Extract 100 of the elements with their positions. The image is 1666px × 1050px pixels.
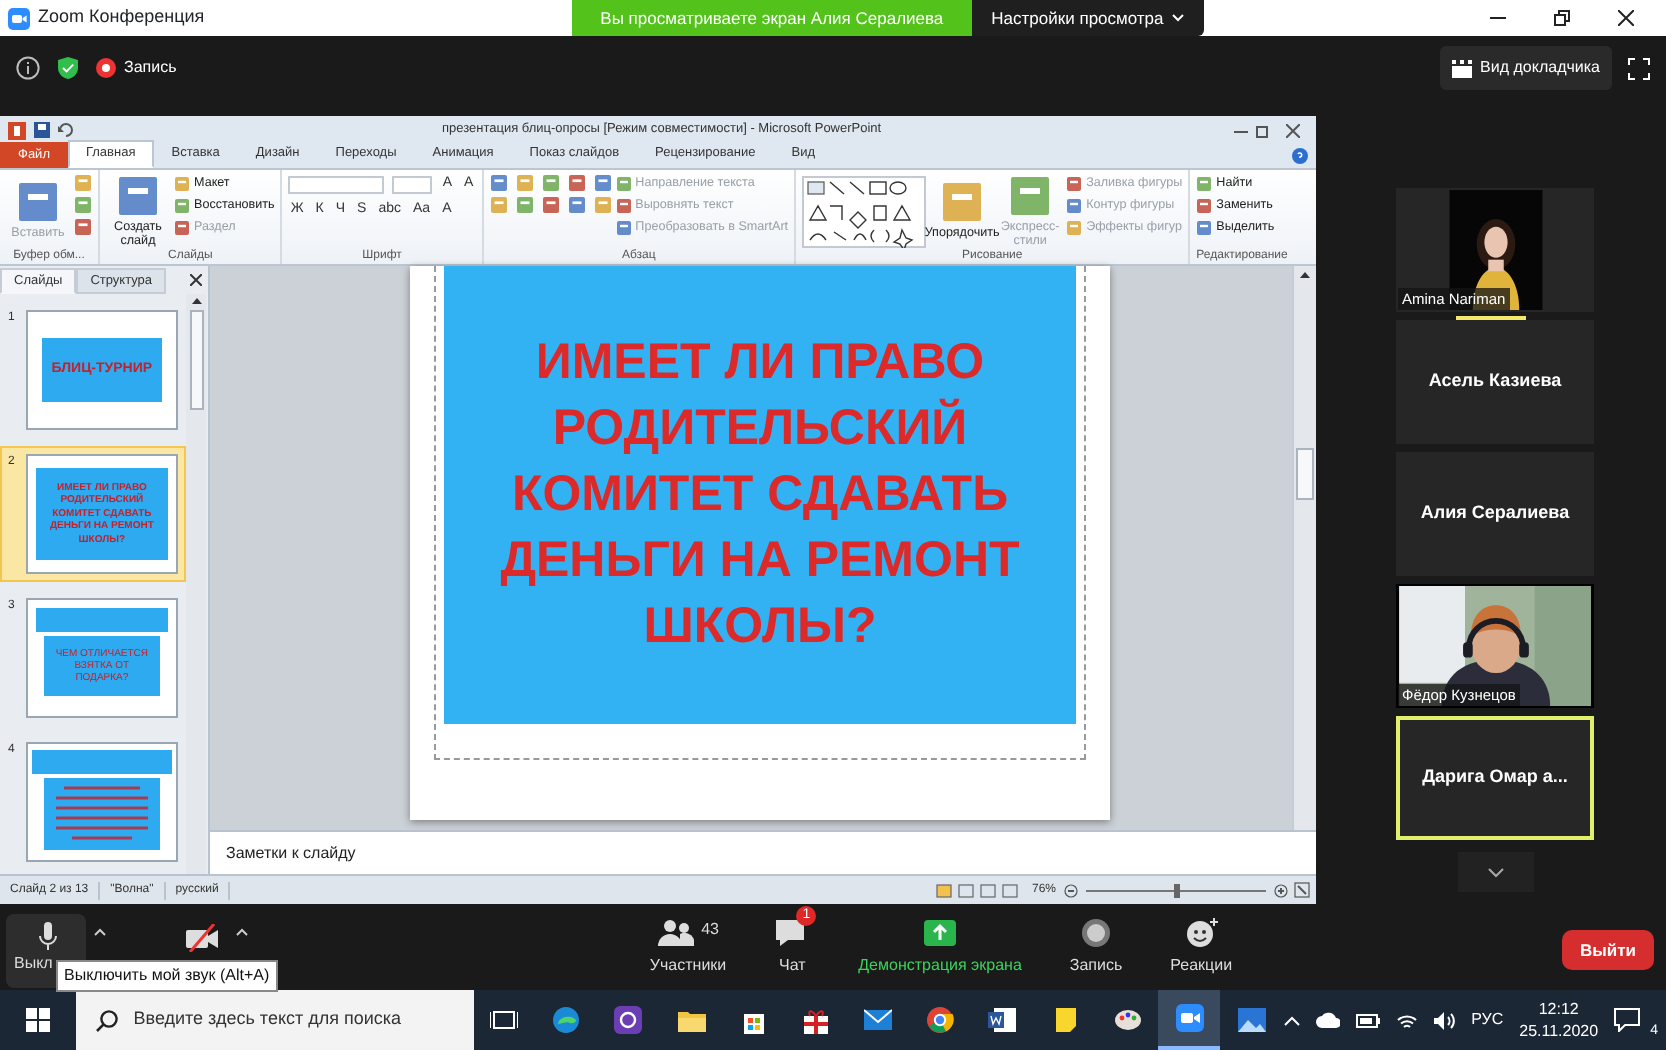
shield-icon[interactable] <box>56 56 80 80</box>
battery-icon[interactable] <box>1355 1012 1380 1028</box>
slide-drawing <box>31 750 172 854</box>
search-field[interactable]: Введите здесь текст для поиска <box>75 990 474 1050</box>
ribbon-icon <box>1066 175 1083 191</box>
ribbon-icon <box>1196 175 1213 191</box>
window-title: Zoom Конференция <box>38 4 205 31</box>
record-icon <box>96 58 116 78</box>
undo-icon[interactable] <box>58 122 74 138</box>
search-icon <box>95 1009 118 1031</box>
toolbar-button[interactable]: 43 Участники <box>649 917 727 983</box>
close-icon[interactable] <box>1286 123 1300 137</box>
zoom-logo-icon <box>8 7 30 29</box>
scroll-up-icon[interactable] <box>191 298 201 304</box>
share-screen-icon <box>922 917 959 947</box>
browser-icon <box>552 1006 581 1034</box>
ribbon-icon <box>1196 219 1213 235</box>
ribbon-icon <box>1196 197 1213 213</box>
grid-icon <box>1452 59 1473 77</box>
cloud-icon[interactable] <box>1315 1012 1340 1028</box>
video-camera-icon <box>1175 1004 1204 1032</box>
note-icon <box>1051 1006 1080 1034</box>
font-size-field[interactable] <box>392 175 433 194</box>
ribbon-icon <box>615 219 632 235</box>
ribbon-icon <box>1066 219 1083 235</box>
info-icon[interactable] <box>16 56 40 80</box>
ribbon-icon <box>615 175 632 191</box>
ribbon-icon <box>174 219 190 235</box>
ribbon-icon[interactable] <box>541 196 560 214</box>
share-banner: Вы просматриваете экран Алия Сералиева <box>572 0 972 36</box>
ribbon-icon[interactable] <box>74 218 92 236</box>
recording-label: Запись <box>124 56 177 80</box>
speaker-view-button[interactable]: Вид докладчика <box>1440 46 1612 90</box>
app-icon <box>614 1006 643 1034</box>
participant-name: Асель Казиева <box>1428 368 1562 395</box>
toolbar-button[interactable]: Реакции <box>1170 917 1233 983</box>
toolbar-button[interactable]: Демонстрация экрана <box>858 917 1022 983</box>
chat-bubble-icon <box>1614 1008 1641 1032</box>
close-icon[interactable] <box>190 274 202 286</box>
participant-name: Дарига Омар а... <box>1422 764 1568 791</box>
ribbon-icon <box>615 197 632 213</box>
gift-icon <box>801 1006 830 1034</box>
ribbon-icon <box>174 175 190 191</box>
participant-name: Алия Сералиева <box>1420 500 1570 527</box>
palette-icon <box>1113 1006 1142 1034</box>
smiley-icon <box>1183 917 1220 947</box>
fit-icon[interactable] <box>1294 882 1310 898</box>
scrollbar-thumb[interactable] <box>1296 448 1314 500</box>
slide-title: ИМЕЕТ ЛИ ПРАВО РОДИТЕЛЬСКИЙ КОМИТЕТ СДАВАТЬ ДЕНЬГИ НА РЕМОНТ ШКОЛЫ? <box>500 332 1020 658</box>
folder-icon <box>677 1006 706 1034</box>
restore-icon[interactable] <box>1256 123 1270 137</box>
camera-icon[interactable] <box>186 924 220 952</box>
ribbon-icon <box>174 197 190 213</box>
shapes-gallery-drawing[interactable] <box>802 175 927 247</box>
browser-icon <box>926 1006 955 1034</box>
powerpoint-icon <box>8 121 26 139</box>
speaker-icon[interactable] <box>1433 1011 1456 1029</box>
close-icon[interactable] <box>1618 10 1634 26</box>
view-options-button[interactable]: Настройки просмотра <box>971 0 1204 36</box>
caret-up-icon[interactable] <box>236 928 248 936</box>
ribbon-icon <box>18 182 58 222</box>
chevron-down-icon <box>1487 867 1503 877</box>
tooltip: Выключить мой звук (Alt+A) <box>56 960 278 992</box>
clock-date: 25.11.2020 <box>1519 1020 1599 1042</box>
slider-thumb[interactable] <box>1173 883 1179 897</box>
ribbon-icon <box>118 175 158 215</box>
document-icon <box>988 1006 1017 1034</box>
ribbon-icon[interactable] <box>593 174 612 192</box>
zoom-in-icon[interactable] <box>1274 883 1288 897</box>
task-view-icon <box>490 1006 519 1034</box>
font-name-field[interactable] <box>288 175 385 194</box>
leave-button[interactable]: Выйти <box>1561 929 1654 971</box>
scroll-up-icon[interactable] <box>1300 272 1310 278</box>
ribbon-icon <box>1066 197 1083 213</box>
participants-icon <box>657 917 694 947</box>
chevron-up-icon[interactable] <box>1283 1015 1300 1025</box>
participant-count: 43 <box>701 917 719 941</box>
mail-icon <box>864 1006 893 1034</box>
language-indicator[interactable]: РУС <box>1471 1008 1504 1032</box>
ribbon-icon[interactable] <box>489 174 508 192</box>
ribbon-icon[interactable] <box>567 174 586 192</box>
save-icon[interactable] <box>34 122 50 138</box>
clock-time: 12:12 <box>1536 998 1581 1020</box>
ribbon-icon[interactable] <box>567 196 586 214</box>
caret-up-icon[interactable] <box>94 928 106 936</box>
help-icon[interactable] <box>1292 148 1308 164</box>
ribbon-icon <box>1010 175 1051 215</box>
record-icon <box>1078 917 1115 947</box>
toolbar-button[interactable]: Запись <box>1069 917 1123 983</box>
zoom-out-icon[interactable] <box>1064 883 1078 897</box>
wifi-icon[interactable] <box>1395 1011 1418 1029</box>
windows-logo-icon <box>25 1008 50 1032</box>
image-icon <box>1238 1006 1267 1034</box>
restore-icon[interactable] <box>1554 10 1570 26</box>
taskbar-app[interactable] <box>1158 990 1221 1050</box>
ribbon-icon <box>942 182 983 222</box>
notes-field[interactable]: Заметки к слайду <box>210 830 1316 874</box>
fullscreen-icon[interactable] <box>1628 57 1650 79</box>
scrollbar-thumb[interactable] <box>189 310 203 410</box>
chevron-down-icon <box>1171 14 1184 22</box>
